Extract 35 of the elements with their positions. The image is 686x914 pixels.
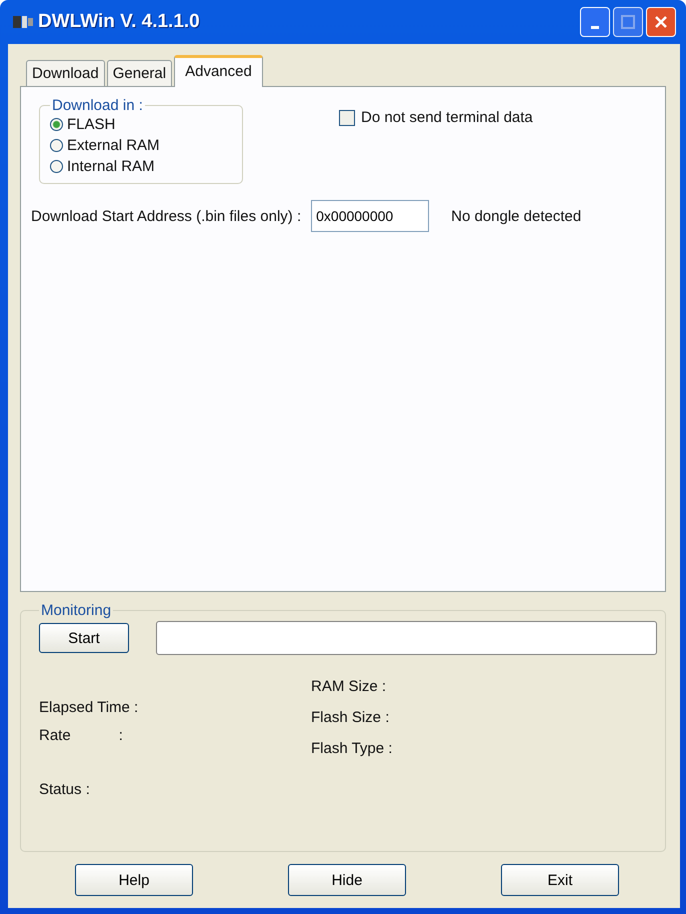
tab[interactable]: General	[106, 60, 172, 86]
field-label: Flash Size :	[311, 708, 390, 728]
dialog-button[interactable]: Help	[75, 864, 193, 896]
field-label: Status :	[39, 780, 90, 798]
field-label: RAM Size :	[311, 677, 388, 697]
group-legend: Download in :	[50, 97, 145, 114]
close-icon	[653, 14, 669, 30]
start-button[interactable]: Start	[39, 623, 129, 653]
radio-button[interactable]	[50, 160, 63, 173]
close-button[interactable]	[646, 7, 676, 37]
start-address-field[interactable]: 0x00000000	[311, 200, 430, 232]
tab[interactable]: Download	[26, 60, 105, 86]
radio-label: FLASH	[67, 116, 116, 133]
checkbox-label: Do not send terminal data	[361, 109, 533, 126]
maximize-icon	[621, 15, 635, 29]
tab[interactable]: Advanced	[174, 55, 263, 87]
radio-label: Internal RAM	[67, 158, 155, 175]
app-icon	[12, 13, 34, 31]
window-title: DWLWin V. 4.1.1.0	[38, 11, 201, 33]
minimize-button[interactable]	[580, 7, 610, 37]
field-separator: :	[118, 726, 123, 744]
checkbox[interactable]	[339, 110, 355, 126]
radio-label: External RAM	[67, 137, 160, 154]
field-label: Flash Type :	[311, 739, 392, 759]
radio-button[interactable]	[50, 139, 63, 152]
maximize-button[interactable]	[613, 7, 643, 37]
radio-button[interactable]	[50, 118, 63, 131]
group-legend: Monitoring	[39, 602, 114, 619]
start-address-label: Download Start Address (.bin files only) :	[31, 208, 302, 224]
dongle-status: No dongle detected	[451, 208, 582, 224]
field-label: Rate	[39, 726, 71, 744]
field-label: Elapsed Time :	[39, 698, 138, 716]
dialog-button[interactable]: Hide	[288, 864, 406, 896]
minimize-icon	[591, 26, 599, 28]
dialog-button[interactable]: Exit	[501, 864, 619, 896]
